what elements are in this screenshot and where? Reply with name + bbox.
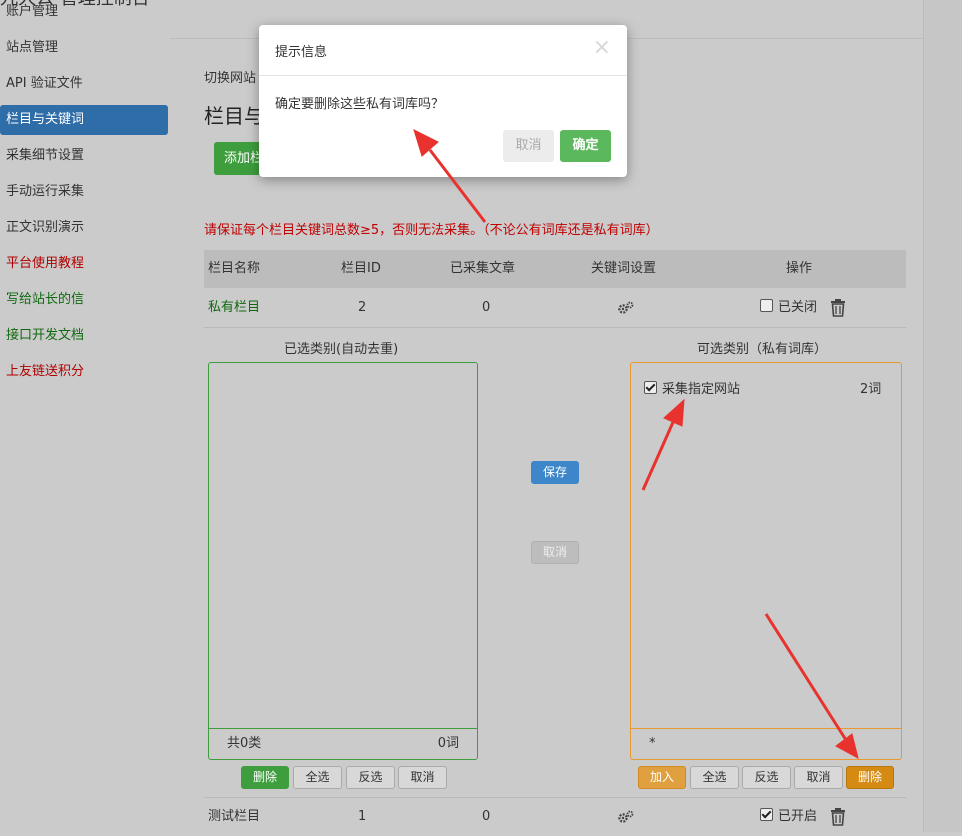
select-all-selected-button[interactable]: 全选	[293, 766, 342, 789]
status-toggle[interactable]: 已关闭	[760, 289, 817, 327]
available-categories-panel[interactable]: *	[630, 362, 902, 760]
sidebar-item-api-file[interactable]: API 验证文件	[0, 69, 168, 99]
available-item[interactable]: 采集指定网站	[644, 378, 740, 397]
status-checkbox[interactable]	[760, 299, 773, 312]
header-keyword-settings: 关键词设置	[591, 261, 657, 276]
article-count: 0	[482, 809, 491, 824]
trash-icon[interactable]	[830, 299, 846, 317]
column-name[interactable]: 私有栏目	[208, 289, 260, 327]
page-title: 栏目与	[204, 104, 264, 128]
dialog-confirm-button[interactable]: 确定	[560, 130, 611, 162]
selected-panel-title: 已选类别(自动去重)	[284, 342, 399, 357]
sidebar-item-letter[interactable]: 写给站长的信	[0, 285, 168, 315]
cancel-available-button[interactable]: 取消	[794, 766, 843, 789]
dialog-title: 提示信息	[275, 45, 328, 60]
header-articles: 已采集文章	[450, 261, 516, 276]
selected-categories-panel[interactable]: 共0类 0词	[208, 362, 478, 760]
dialog-cancel-button[interactable]: 取消	[503, 130, 554, 162]
available-panel-title: 可选类别（私有词库）	[697, 342, 828, 357]
table-header: 栏目名称 栏目ID 已采集文章 关键词设置 操作	[204, 250, 906, 288]
close-icon[interactable]: ×	[593, 37, 611, 59]
column-id: 1	[358, 809, 367, 824]
header-column-name: 栏目名称	[208, 261, 261, 276]
confirm-dialog: 提示信息 × 确定要删除这些私有词库吗？ 取消 确定	[259, 25, 627, 177]
gear-icon[interactable]	[618, 301, 634, 315]
save-button[interactable]: 保存	[531, 461, 579, 484]
dialog-header: 提示信息 ×	[259, 25, 627, 76]
column-id: 2	[358, 300, 367, 315]
available-footer-mark: *	[649, 736, 656, 751]
item-checkbox[interactable]	[644, 381, 657, 394]
remove-selected-button[interactable]: 删除	[241, 766, 289, 789]
sidebar-item-friend-links[interactable]: 上友链送积分	[0, 357, 168, 387]
available-item-label: 采集指定网站	[662, 382, 741, 397]
invert-available-button[interactable]: 反选	[742, 766, 791, 789]
gear-icon[interactable]	[618, 810, 634, 824]
dialog-message: 确定要删除这些私有词库吗？	[275, 97, 445, 112]
table-row: 私有栏目 2 0 已关闭	[204, 289, 906, 328]
trash-icon[interactable]	[830, 808, 846, 826]
delete-category-button[interactable]: 删除	[846, 766, 894, 789]
available-item-count: 2词	[860, 382, 882, 397]
article-count: 0	[482, 300, 491, 315]
sidebar-item-sites[interactable]: 站点管理	[0, 33, 168, 63]
status-checkbox[interactable]	[760, 808, 773, 821]
sidebar-item-columns-keywords[interactable]: 栏目与关键词	[0, 105, 168, 135]
column-name[interactable]: 测试栏目	[208, 798, 260, 836]
selected-panel-footer: 共0类 0词	[209, 728, 477, 759]
warning-message: 请保证每个栏目关键词总数≥5，否则无法采集。（不论公有词库还是私有词库）	[204, 223, 659, 238]
select-all-available-button[interactable]: 全选	[690, 766, 739, 789]
invert-selected-button[interactable]: 反选	[346, 766, 395, 789]
sidebar-item-account[interactable]: 账户管理	[0, 0, 168, 27]
page-scrollbar[interactable]	[923, 0, 962, 832]
add-category-button[interactable]: 加入	[638, 766, 686, 789]
status-toggle[interactable]: 已开启	[760, 798, 817, 836]
status-label: 已关闭	[778, 300, 818, 315]
middle-cancel-button[interactable]: 取消	[531, 541, 579, 564]
header-column-id: 栏目ID	[341, 261, 381, 276]
sidebar-item-collect-settings[interactable]: 采集细节设置	[0, 141, 168, 171]
sidebar-item-api-docs[interactable]: 接口开发文档	[0, 321, 168, 351]
sidebar-item-tutorial[interactable]: 平台使用教程	[0, 249, 168, 279]
status-label: 已开启	[778, 809, 818, 824]
header-actions: 操作	[786, 261, 813, 276]
sidebar-item-text-demo[interactable]: 正文识别演示	[0, 213, 168, 243]
table-row: 测试栏目 1 0 已开启	[204, 797, 906, 836]
sidebar-item-manual-run[interactable]: 手动运行采集	[0, 177, 168, 207]
available-panel-footer: *	[631, 728, 901, 759]
cancel-selected-button[interactable]: 取消	[398, 766, 447, 789]
selected-word-count: 0词	[437, 736, 459, 751]
breadcrumb[interactable]: 切换网站	[204, 67, 256, 86]
selected-category-count: 共0类	[227, 736, 262, 751]
